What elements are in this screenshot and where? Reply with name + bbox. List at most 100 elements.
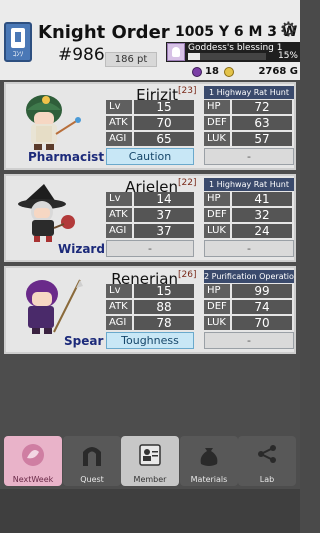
nav-label: NextWeek: [12, 475, 54, 484]
stat-label: LUK: [204, 316, 230, 330]
bottom-nav: NextWeek Quest Member Materials Lab: [0, 436, 300, 486]
nav-materials[interactable]: Materials: [180, 436, 238, 486]
nav-member[interactable]: Member: [121, 436, 179, 486]
gear-icon[interactable]: ⚙: [279, 19, 298, 39]
stat-lv: Lv 15: [106, 100, 194, 114]
stat-luk: LUK 57: [204, 132, 292, 146]
member-level-tag: [22]: [178, 178, 197, 188]
stat-value: 65: [134, 132, 194, 146]
trait-button[interactable]: Toughness: [106, 332, 194, 349]
stat-lv: Lv 15: [106, 284, 194, 298]
wizard-sprite-icon: [18, 184, 75, 242]
stat-hp: HP 41: [204, 192, 292, 206]
nav-label: Member: [133, 475, 167, 484]
stat-value: 15: [134, 284, 194, 298]
stat-label: HP: [204, 284, 230, 298]
stat-label: HP: [204, 100, 230, 114]
trait-slot-2[interactable]: -: [204, 148, 294, 165]
member-class: Pharmacist: [28, 150, 105, 164]
stat-agi: AGI 78: [106, 316, 194, 330]
menu-button-label: ｺﾝｿ: [12, 50, 24, 58]
stat-value: 32: [232, 208, 292, 222]
sack-icon: [200, 448, 218, 466]
task-label[interactable]: 1 Highway Rat Hunt: [204, 178, 294, 191]
menu-button[interactable]: ｺﾝｿ: [4, 22, 32, 62]
gold-amount: 2768 G: [258, 66, 298, 77]
gold-coin-icon: [224, 67, 234, 77]
points-box: 186 pt: [105, 52, 157, 67]
blessing-bar: Goddess's blessing 1 15%: [166, 42, 300, 62]
stat-value: 41: [232, 192, 292, 206]
stat-value: 15: [134, 100, 194, 114]
stat-label: HP: [204, 192, 230, 206]
gem-count: 18: [205, 66, 219, 77]
id-card-icon: [139, 444, 161, 466]
member-card-renerian[interactable]: Renerian [26] Spear 2 Purification Opera…: [4, 266, 296, 354]
stat-value: 57: [232, 132, 292, 146]
blessing-progress-track: [188, 53, 266, 60]
stat-label: Lv: [106, 192, 132, 206]
stat-value: 37: [134, 208, 194, 222]
order-name: Knight Order: [38, 22, 170, 43]
trait-slot-2[interactable]: -: [204, 240, 294, 257]
stat-label: AGI: [106, 224, 132, 238]
stat-def: DEF 63: [204, 116, 292, 130]
stat-value: 78: [134, 316, 194, 330]
stat-value: 24: [232, 224, 292, 238]
nav-label: Lab: [259, 475, 275, 484]
document-icon: [11, 28, 25, 48]
stat-agi: AGI 37: [106, 224, 194, 238]
member-level-tag: [23]: [178, 86, 197, 96]
trait-slot-2[interactable]: -: [204, 332, 294, 349]
stat-label: ATK: [106, 116, 132, 130]
stat-label: AGI: [106, 316, 132, 330]
stat-label: DEF: [204, 300, 230, 314]
stat-value: 37: [134, 224, 194, 238]
task-label[interactable]: 2 Purification Operation: [204, 270, 294, 283]
stat-label: DEF: [204, 116, 230, 130]
header-panel: ｺﾝｿ Knight Order #986 186 pt 1005 Y 6 M …: [0, 0, 300, 80]
stat-label: LUK: [204, 132, 230, 146]
flask-tree-icon: [258, 445, 276, 463]
game-screen: ｺﾝｿ Knight Order #986 186 pt 1005 Y 6 M …: [0, 0, 300, 533]
nav-lab[interactable]: Lab: [238, 436, 296, 486]
member-card-arielen[interactable]: Arielen [22] Wizard 1 Highway Rat Hunt L…: [4, 174, 296, 262]
stat-value: 70: [232, 316, 292, 330]
stat-agi: AGI 65: [106, 132, 194, 146]
stat-label: Lv: [106, 100, 132, 114]
stat-hp: HP 99: [204, 284, 292, 298]
stat-value: 14: [134, 192, 194, 206]
nav-label: Materials: [190, 475, 228, 484]
stat-label: Lv: [106, 284, 132, 298]
stat-value: 72: [232, 100, 292, 114]
member-card-eirizit[interactable]: Eirizit [23] Pharmacist 1 Highway Rat Hu…: [4, 82, 296, 170]
nav-label: Quest: [80, 475, 104, 484]
spear-sprite-icon: [26, 279, 83, 334]
trait-button[interactable]: Caution: [106, 148, 194, 165]
resources-row: 18 2768 G: [190, 66, 300, 80]
member-class: Spear: [64, 334, 104, 348]
stat-value: 88: [134, 300, 194, 314]
task-label[interactable]: 1 Highway Rat Hunt: [204, 86, 294, 99]
pharmacist-sprite-icon: [26, 95, 81, 150]
blessing-progress-fill: [188, 53, 200, 60]
member-class: Wizard: [58, 242, 105, 256]
stat-label: ATK: [106, 208, 132, 222]
order-number: #986: [58, 45, 105, 65]
gate-icon: [83, 447, 101, 466]
stat-value: 63: [232, 116, 292, 130]
stat-atk: ATK 88: [106, 300, 194, 314]
gem-icon: [192, 67, 202, 77]
stat-def: DEF 32: [204, 208, 292, 222]
stat-label: DEF: [204, 208, 230, 222]
leaf-icon: [22, 444, 44, 466]
blessing-percent: 15%: [277, 51, 298, 61]
stat-def: DEF 74: [204, 300, 292, 314]
bottom-strip: [0, 489, 300, 533]
nav-quest[interactable]: Quest: [63, 436, 121, 486]
stat-hp: HP 72: [204, 100, 292, 114]
trait-button[interactable]: -: [106, 240, 194, 257]
goddess-portrait-icon: [167, 43, 185, 61]
stat-value: 74: [232, 300, 292, 314]
nav-nextweek[interactable]: NextWeek: [4, 436, 62, 486]
